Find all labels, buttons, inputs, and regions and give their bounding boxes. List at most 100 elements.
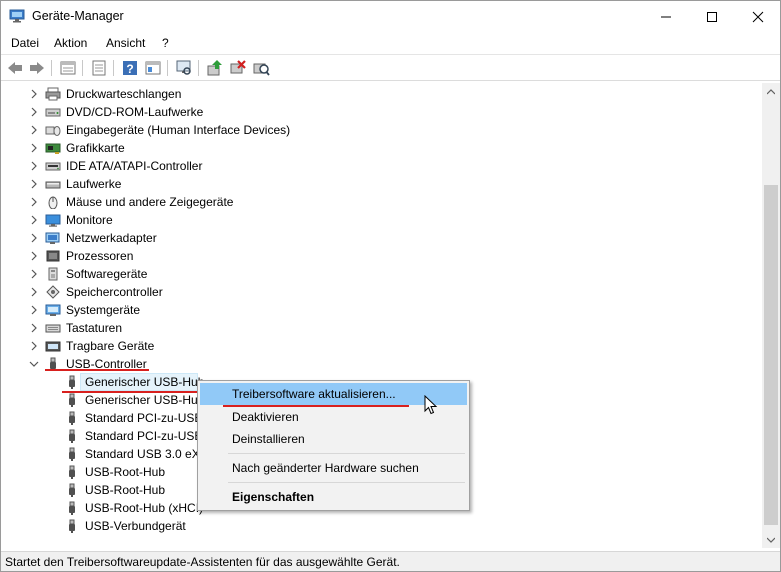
chevron-right-icon[interactable] — [29, 341, 39, 351]
minimize-button[interactable] — [643, 1, 689, 32]
device-manager-app-icon — [9, 9, 25, 23]
device-manager-window: Geräte-Manager Datei Aktion Ansicht ? ? — [0, 0, 781, 572]
tree-category[interactable]: DVD/CD-ROM-Laufwerke — [1, 103, 762, 121]
toolbar-separator — [82, 60, 83, 76]
tree-category-label: Softwaregeräte — [66, 267, 148, 281]
chevron-right-icon[interactable] — [29, 125, 39, 135]
usb-icon — [69, 519, 75, 533]
chevron-right-icon[interactable] — [29, 107, 39, 117]
graphics-card-icon — [45, 143, 61, 154]
tree-category-label: Systemgeräte — [66, 303, 141, 317]
back-icon[interactable] — [6, 59, 24, 77]
toolbar-separator — [113, 60, 114, 76]
tree-category[interactable]: Eingabegeräte (Human Interface Devices) — [1, 121, 762, 139]
ctx-scan-hardware-label: Nach geänderter Hardware suchen — [232, 461, 419, 475]
forward-icon[interactable] — [28, 59, 46, 77]
chevron-right-icon[interactable] — [29, 179, 39, 189]
tree-category[interactable]: Speichercontroller — [1, 283, 762, 301]
scan-hardware-icon[interactable] — [252, 59, 270, 77]
mouse-cursor-icon — [424, 395, 438, 415]
system-device-icon — [45, 304, 61, 316]
menu-help[interactable]: ? — [162, 36, 169, 50]
tree-category[interactable]: Grafikkarte — [1, 139, 762, 157]
usb-icon — [69, 411, 75, 425]
chevron-right-icon[interactable] — [29, 287, 39, 297]
chevron-right-icon[interactable] — [29, 161, 39, 171]
usb-icon — [69, 447, 75, 461]
processor-icon — [46, 250, 60, 262]
hid-icon — [45, 126, 61, 136]
tree-device-label: Standard PCI-zu-USB — [85, 429, 203, 443]
menu-ansicht[interactable]: Ansicht — [106, 36, 145, 50]
properties-view-icon[interactable] — [59, 59, 77, 77]
tree-category[interactable]: Druckwarteschlangen — [1, 85, 762, 103]
status-text: Startet den Treibersoftwareupdate-Assist… — [5, 555, 400, 569]
show-details-icon[interactable] — [144, 59, 162, 77]
tree-category[interactable]: Mäuse und andere Zeigegeräte — [1, 193, 762, 211]
maximize-icon — [707, 11, 717, 22]
toolbar-separator — [51, 60, 52, 76]
tree-category-label: Mäuse und andere Zeigegeräte — [66, 195, 234, 209]
ctx-update-driver-label: Treibersoftware aktualisieren... — [232, 387, 396, 401]
usb-icon — [69, 375, 75, 389]
help-icon[interactable]: ? — [121, 59, 139, 77]
chevron-up-icon — [767, 88, 775, 94]
window-title: Geräte-Manager — [32, 9, 124, 23]
tree-device-label: Standard PCI-zu-USB — [85, 411, 203, 425]
tree-device-label: Standard USB 3.0 eXte — [85, 447, 210, 461]
monitor-icon — [45, 214, 61, 227]
ctx-uninstall-label: Deinstallieren — [232, 432, 305, 446]
tree-category[interactable]: Prozessoren — [1, 247, 762, 265]
chevron-down-icon[interactable] — [29, 359, 39, 369]
vertical-scrollbar[interactable] — [762, 83, 780, 548]
chevron-right-icon[interactable] — [29, 233, 39, 243]
usb-icon — [69, 501, 75, 515]
tree-category[interactable]: IDE ATA/ATAPI-Controller — [1, 157, 762, 175]
toolbar-separator — [198, 60, 199, 76]
scroll-down-button[interactable] — [762, 531, 780, 548]
title-bar[interactable]: Geräte-Manager — [1, 1, 780, 32]
tree-category-label: Speichercontroller — [66, 285, 163, 299]
ctx-properties[interactable]: Eigenschaften — [200, 486, 467, 508]
menu-datei[interactable]: Datei — [11, 36, 39, 50]
ctx-separator — [228, 453, 465, 454]
chevron-right-icon[interactable] — [29, 143, 39, 153]
tree-category-label: IDE ATA/ATAPI-Controller — [66, 159, 203, 173]
usb-icon — [69, 483, 75, 497]
ctx-scan-hardware[interactable]: Nach geänderter Hardware suchen — [200, 457, 467, 479]
scroll-thumb[interactable] — [764, 185, 778, 525]
tree-category[interactable]: Softwaregeräte — [1, 265, 762, 283]
uninstall-device-icon[interactable] — [229, 59, 247, 77]
update-driver-icon[interactable] — [206, 59, 224, 77]
monitor-icon[interactable] — [175, 59, 193, 77]
chevron-down-icon — [767, 537, 775, 543]
close-button[interactable] — [735, 1, 781, 32]
properties-icon[interactable] — [90, 59, 108, 77]
tree-category[interactable]: Tragbare Geräte — [1, 337, 762, 355]
chevron-right-icon[interactable] — [29, 197, 39, 207]
tree-category[interactable]: Monitore — [1, 211, 762, 229]
chevron-right-icon[interactable] — [29, 89, 39, 99]
chevron-right-icon[interactable] — [29, 251, 39, 261]
annotation-underline-usb-hub — [62, 391, 197, 393]
scroll-up-button[interactable] — [762, 83, 780, 100]
tree-device-label: USB-Verbundgerät — [85, 519, 186, 533]
tree-category[interactable]: Netzwerkadapter — [1, 229, 762, 247]
portable-device-icon — [45, 341, 61, 352]
tree-category[interactable]: Systemgeräte — [1, 301, 762, 319]
chevron-right-icon[interactable] — [29, 323, 39, 333]
tree-device-item[interactable]: USB-Verbundgerät — [1, 517, 762, 535]
tree-category[interactable]: Tastaturen — [1, 319, 762, 337]
ctx-separator — [228, 482, 465, 483]
annotation-underline-usb-controller — [45, 369, 149, 371]
tree-category[interactable]: Laufwerke — [1, 175, 762, 193]
usb-icon — [69, 393, 75, 407]
menu-aktion[interactable]: Aktion — [54, 36, 87, 50]
chevron-right-icon[interactable] — [29, 305, 39, 315]
chevron-right-icon[interactable] — [29, 215, 39, 225]
close-icon — [752, 11, 764, 22]
menu-bar: Datei Aktion Ansicht ? — [1, 32, 780, 54]
chevron-right-icon[interactable] — [29, 269, 39, 279]
ctx-uninstall[interactable]: Deinstallieren — [200, 428, 467, 450]
maximize-button[interactable] — [689, 1, 735, 32]
